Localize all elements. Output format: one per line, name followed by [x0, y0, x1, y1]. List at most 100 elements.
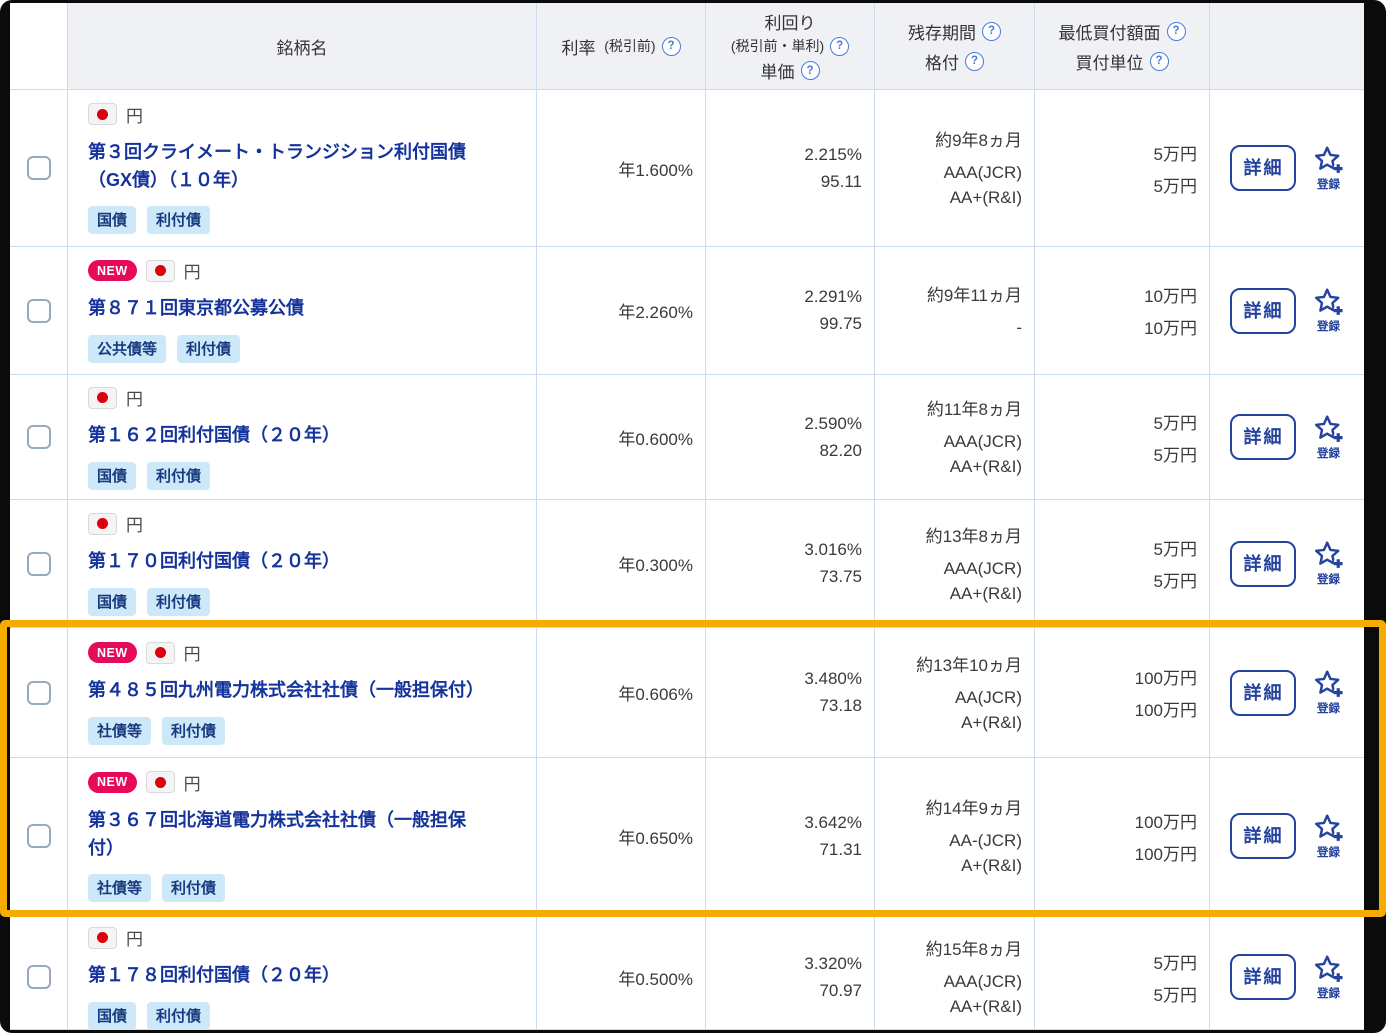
bond-name-link[interactable]: 第１７８回利付国債（２０年） [88, 962, 340, 990]
price-value: 70.97 [819, 981, 862, 1001]
rate-cell: 年0.500% [537, 915, 706, 1030]
new-badge: NEW [88, 642, 137, 663]
min-face-value: 5万円 [1154, 140, 1197, 165]
bond-name-cell: 円 第３回クライメート・トランジション利付国債（GX債）（１０年） 国債 利付債 [68, 90, 537, 246]
table-row: 円 第１６２回利付国債（２０年） 国債 利付債 年0.600% 2.590% 8… [10, 375, 1364, 500]
row-checkbox[interactable] [27, 425, 51, 449]
help-icon[interactable]: ? [982, 22, 1001, 41]
period-value: 約11年8ヵ月 [927, 395, 1022, 420]
category-tag: 国債 [88, 206, 136, 234]
min-face-value: 5万円 [1154, 409, 1197, 434]
bond-name-link[interactable]: 第４８５回九州電力株式会社社債（一般担保付） [88, 677, 484, 705]
help-icon[interactable]: ? [1167, 22, 1186, 41]
bond-name-link[interactable]: 第３６７回北海道電力株式会社社債（一般担保付） [88, 807, 490, 863]
actions-cell: 詳細 登録 [1210, 90, 1364, 246]
bond-name-link[interactable]: 第３回クライメート・トランジション利付国債（GX債）（１０年） [88, 139, 490, 195]
min-face-cell: 5万円 5万円 [1035, 375, 1210, 500]
bond-name-link[interactable]: 第１７０回利付国債（２０年） [88, 548, 340, 576]
type-tag: 利付債 [147, 462, 210, 490]
header-cell-min-face: 最低買付額面? 買付単位? [1035, 3, 1210, 89]
price-value: 82.20 [819, 441, 862, 461]
help-icon[interactable]: ? [830, 37, 849, 56]
bond-name-link[interactable]: 第１６２回利付国債（２０年） [88, 422, 340, 450]
rating-jcr: AAA(JCR) [944, 429, 1022, 454]
register-favorite-button[interactable]: 登録 [1313, 954, 1345, 1001]
type-tag: 利付債 [162, 874, 225, 902]
row-checkbox[interactable] [27, 681, 51, 705]
new-badge: NEW [88, 772, 137, 793]
period-rating-cell: 約9年8ヵ月 AAA(JCR) AA+(R&I) [875, 90, 1035, 246]
detail-button[interactable]: 詳細 [1230, 288, 1296, 334]
actions-cell: 詳細 登録 [1210, 500, 1364, 627]
register-label: 登録 [1317, 700, 1340, 716]
price-value: 99.75 [819, 314, 862, 334]
rate-value: 年0.300% [618, 551, 693, 576]
rating-jcr: AAA(JCR) [944, 969, 1022, 994]
bond-list-table: 銘柄名 利率 (税引前) ? 利回り (税引前・単利)? 単価? 残存期間? 格… [0, 0, 1386, 1033]
help-icon[interactable]: ? [1150, 52, 1169, 71]
register-label: 登録 [1317, 176, 1340, 192]
register-label: 登録 [1317, 844, 1340, 860]
detail-button[interactable]: 詳細 [1230, 813, 1296, 859]
period-rating-cell: 約15年8ヵ月 AAA(JCR) AA+(R&I) [875, 915, 1035, 1030]
register-favorite-button[interactable]: 登録 [1313, 813, 1345, 860]
row-checkbox[interactable] [27, 824, 51, 848]
currency-label: 円 [126, 102, 143, 127]
rating-ri: A+(R&I) [961, 853, 1022, 878]
row-checkbox[interactable] [27, 299, 51, 323]
currency-label: 円 [184, 258, 201, 283]
type-tag: 利付債 [147, 206, 210, 234]
category-tag: 社債等 [88, 717, 151, 745]
detail-button[interactable]: 詳細 [1230, 541, 1296, 587]
register-favorite-button[interactable]: 登録 [1313, 540, 1345, 587]
register-favorite-button[interactable]: 登録 [1313, 287, 1345, 334]
bond-name-link[interactable]: 第８７１回東京都公募公債 [88, 295, 304, 323]
yield-cell: 2.291% 99.75 [706, 247, 875, 374]
star-plus-icon [1313, 414, 1345, 444]
help-icon[interactable]: ? [801, 61, 820, 80]
rating-jcr: - [1016, 315, 1022, 340]
detail-button[interactable]: 詳細 [1230, 954, 1296, 1000]
detail-button[interactable]: 詳細 [1230, 414, 1296, 460]
new-badge: NEW [88, 260, 137, 281]
type-tag: 利付債 [177, 335, 240, 363]
header-cell-period: 残存期間? 格付? [875, 3, 1035, 89]
type-tag: 利付債 [147, 1002, 210, 1030]
rate-value: 年0.606% [618, 680, 693, 705]
period-rating-cell: 約13年8ヵ月 AAA(JCR) AA+(R&I) [875, 500, 1035, 627]
table-panel: 銘柄名 利率 (税引前) ? 利回り (税引前・単利)? 単価? 残存期間? 格… [10, 3, 1364, 1030]
help-icon[interactable]: ? [662, 37, 681, 56]
register-favorite-button[interactable]: 登録 [1313, 414, 1345, 461]
yield-value: 3.320% [804, 954, 862, 974]
min-face-cell: 5万円 5万円 [1035, 500, 1210, 627]
bond-name-cell: 円 第１７０回利付国債（２０年） 国債 利付債 [68, 500, 537, 627]
help-icon[interactable]: ? [965, 52, 984, 71]
yield-cell: 2.590% 82.20 [706, 375, 875, 500]
star-plus-icon [1313, 287, 1345, 317]
register-favorite-button[interactable]: 登録 [1313, 145, 1345, 192]
bond-name-cell: NEW 円 第８７１回東京都公募公債 公共債等 利付債 [68, 247, 537, 374]
unit-value: 5万円 [1154, 981, 1197, 1006]
period-rating-cell: 約14年9ヵ月 AA-(JCR) A+(R&I) [875, 758, 1035, 914]
row-checkbox[interactable] [27, 156, 51, 180]
min-face-cell: 100万円 100万円 [1035, 758, 1210, 914]
price-value: 73.75 [819, 567, 862, 587]
star-plus-icon [1313, 954, 1345, 984]
header-cell-yield: 利回り (税引前・単利)? 単価? [706, 3, 875, 89]
row-checkbox[interactable] [27, 552, 51, 576]
star-plus-icon [1313, 669, 1345, 699]
yield-value: 2.215% [804, 145, 862, 165]
rating-ri: AA+(R&I) [950, 454, 1022, 479]
register-favorite-button[interactable]: 登録 [1313, 669, 1345, 716]
row-checkbox[interactable] [27, 965, 51, 989]
col-label-rate-sub: (税引前) [604, 36, 655, 56]
japan-flag-icon [146, 642, 175, 664]
detail-button[interactable]: 詳細 [1230, 145, 1296, 191]
actions-cell: 詳細 登録 [1210, 375, 1364, 500]
period-rating-cell: 約13年10ヵ月 AA(JCR) A+(R&I) [875, 628, 1035, 757]
col-label-rate: 利率 [561, 34, 595, 59]
rate-cell: 年0.600% [537, 375, 706, 500]
detail-button[interactable]: 詳細 [1230, 670, 1296, 716]
register-label: 登録 [1317, 445, 1340, 461]
period-rating-cell: 約9年11ヵ月 - [875, 247, 1035, 374]
